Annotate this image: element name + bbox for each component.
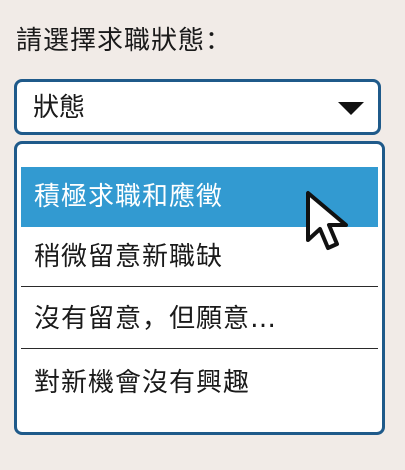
status-dropdown-list: 積極求職和應徵 稍微留意新職缺 沒有留意，但願意… 對新機會沒有興趣 bbox=[14, 141, 385, 435]
option-not-looking-but-open[interactable]: 沒有留意，但願意… bbox=[21, 289, 378, 349]
caret-down-icon[interactable] bbox=[338, 102, 364, 115]
status-prompt-label: 請選擇求職狀態： bbox=[16, 26, 233, 56]
status-select[interactable]: 狀態 bbox=[14, 79, 381, 135]
mouse-pointer-icon bbox=[306, 191, 348, 250]
option-not-interested[interactable]: 對新機會沒有興趣 bbox=[21, 353, 378, 413]
status-select-value: 狀態 bbox=[33, 93, 86, 123]
